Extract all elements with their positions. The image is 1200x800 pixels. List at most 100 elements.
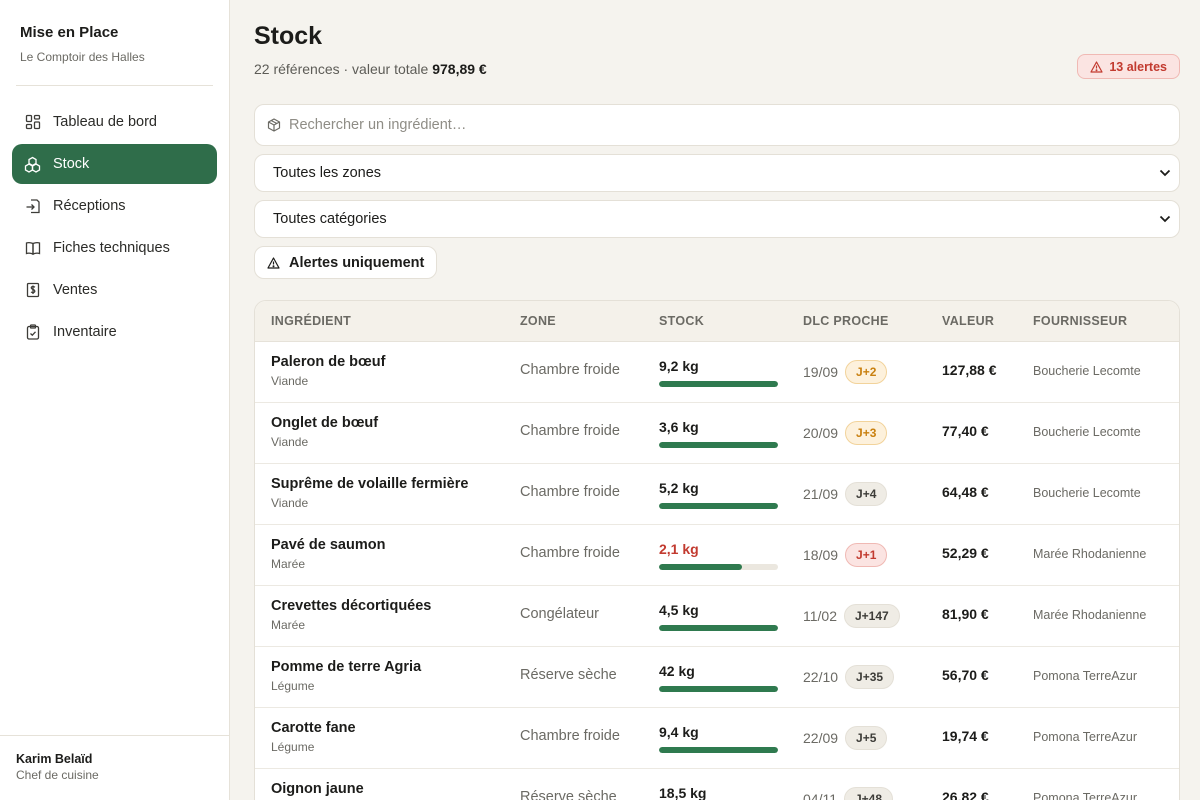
ingredient-cell: Pavé de saumon Marée [271, 537, 385, 571]
value-cell: 81,90 € [942, 606, 989, 622]
sidebar-item-receptions[interactable]: Réceptions [12, 186, 217, 226]
sidebar-item-label: Réceptions [53, 198, 126, 214]
ingredient-cell: Oignon jauneLégume [271, 781, 364, 800]
ingredient-category: Légume [271, 679, 315, 693]
zone-cell: Chambre froide [520, 728, 620, 744]
dlc-delay-chip: J+1 [845, 543, 888, 567]
supplier-cell: Pomona TerreAzur [1033, 791, 1137, 800]
dlc-date: 21/09 [803, 486, 839, 502]
value-cell: 19,74 € [942, 728, 989, 744]
stock-cell: 5,2 kg [659, 480, 779, 509]
supplier-cell: Marée Rhodanienne [1033, 608, 1147, 622]
table-row[interactable]: Onglet de bœuf Viande Chambre froide 3,6 kg… [255, 403, 1179, 464]
category-select-value: Toutes catégories [273, 211, 387, 227]
sidebar-item-label: Tableau de bord [53, 114, 157, 130]
sidebar-item-label: Fiches techniques [53, 240, 170, 256]
sidebar-item-inventaire[interactable]: Inventaire [12, 312, 217, 352]
stock-cell: 42 kg [659, 663, 779, 692]
warning-icon [1090, 60, 1103, 73]
sidebar-item-fiches-techniques[interactable]: Fiches techniques [12, 228, 217, 268]
stock-level-bar [659, 686, 778, 692]
zone-select[interactable]: Toutes les zones [254, 154, 1180, 192]
column-header-value[interactable]: VALEUR [942, 314, 994, 328]
receipt-icon [24, 282, 41, 299]
category-select[interactable]: Toutes catégories [254, 200, 1180, 238]
stock-level-fill [659, 503, 778, 509]
stock-cell: 4,5 kg [659, 602, 779, 631]
dlc-date: 19/09 [803, 364, 839, 380]
user-role: Chef de cuisine [16, 768, 99, 782]
zone-cell: Chambre froide [520, 362, 620, 378]
table-row[interactable]: Pavé de saumon Marée Chambre froide 2,1 kg 1… [255, 525, 1179, 586]
chevron-down-icon [1159, 169, 1171, 177]
dlc-cell: 18/09 J+1 [803, 543, 888, 567]
chevron-down-icon [1159, 215, 1171, 223]
zone-cell: Chambre froide [520, 545, 620, 561]
zone-cell: Congélateur [520, 606, 599, 622]
sidebar-item-ventes[interactable]: Ventes [12, 270, 217, 310]
zone-select-value: Toutes les zones [273, 165, 382, 181]
supplier-cell: Boucherie Lecomte [1033, 425, 1141, 439]
ingredient-cell: Pomme de terre Agria Légume [271, 659, 421, 693]
column-header-stock[interactable]: STOCK [659, 314, 704, 328]
value-cell: 26,82 € [942, 789, 989, 800]
ingredient-name: Pavé de saumon [271, 537, 386, 553]
dlc-cell: 21/09 J+4 [803, 482, 888, 506]
value-cell: 64,48 € [942, 484, 989, 500]
value-cell: 52,29 € [942, 545, 989, 561]
ingredient-cell: Suprême de volaille fermière Viande [271, 476, 468, 510]
stock-level-bar [659, 564, 778, 570]
search-input[interactable] [289, 117, 1149, 133]
alerts-badge[interactable]: 13 alertes [1077, 54, 1180, 79]
stock-level-bar [659, 747, 778, 753]
ingredient-category: Marée [271, 618, 306, 632]
reference-summary: 22 références · valeur totale [254, 61, 433, 77]
sidebar-item-label: Stock [53, 156, 90, 172]
table-row[interactable]: Paleron de bœuf Viande Chambre froide 9,2 k… [255, 342, 1179, 403]
brand: Mise en Place Le Comptoir des Halles [0, 0, 229, 64]
sidebar-item-tableau-de-bord[interactable]: Tableau de bord [12, 102, 217, 142]
alerts-only-toggle[interactable]: Alertes uniquement [254, 246, 438, 279]
stock-level-fill [659, 381, 778, 387]
page-title: Stock [254, 22, 323, 50]
column-header-zone[interactable]: ZONE [520, 314, 556, 328]
sidebar: Mise en Place Le Comptoir des Halles Tab… [0, 0, 230, 800]
stock-level-fill [659, 442, 778, 448]
stock-quantity: 9,2 kg [659, 358, 699, 374]
zone-cell: Réserve sèche [520, 667, 617, 683]
dlc-date: 22/09 [803, 730, 839, 746]
dlc-cell: 19/09 J+2 [803, 360, 888, 384]
dlc-date: 18/09 [803, 547, 839, 563]
sidebar-item-stock[interactable]: Stock [12, 144, 217, 184]
column-header-ingredient[interactable]: INGRÉDIENT [271, 314, 351, 328]
brand-subtitle: Le Comptoir des Halles [20, 50, 145, 64]
ingredient-category: Viande [271, 374, 309, 388]
table-row[interactable]: Pomme de terre Agria Légume Réserve sèche 4… [255, 647, 1179, 708]
stock-quantity: 5,2 kg [659, 480, 699, 496]
dlc-delay-chip: J+5 [845, 726, 888, 750]
ingredient-category: Légume [271, 740, 315, 754]
ingredient-cell: Onglet de bœuf Viande [271, 415, 378, 449]
stock-level-fill [659, 686, 778, 692]
value-cell: 127,88 € [942, 362, 997, 378]
dlc-cell: 20/09 J+3 [803, 421, 888, 445]
table-row[interactable]: Oignon jauneLégume Réserve sèche 18,5 kg 04… [255, 769, 1179, 800]
table-row[interactable]: Suprême de volaille fermière Viande Chambr… [255, 464, 1179, 525]
table-row[interactable]: Crevettes décortiquées Marée Congélateur 4,… [255, 586, 1179, 647]
stock-level-fill [659, 564, 743, 570]
user-profile[interactable]: Karim Belaïd Chef de cuisine [0, 735, 229, 800]
receptions-icon [24, 198, 41, 215]
dlc-delay-chip: J+48 [844, 787, 894, 800]
stock-quantity: 42 kg [659, 663, 695, 679]
value-cell: 77,40 € [942, 423, 989, 439]
column-header-dlc[interactable]: DLC PROCHE [803, 314, 889, 328]
column-header-supplier[interactable]: FOURNISSEUR [1033, 314, 1127, 328]
stock-level-bar [659, 381, 778, 387]
stock-cell: 2,1 kg [659, 541, 779, 570]
table-row[interactable]: Carotte fane Légume Chambre froide 9,4 kg 22… [255, 708, 1179, 769]
ingredient-name: Paleron de bœuf [271, 354, 386, 370]
dlc-delay-chip: J+4 [845, 482, 888, 506]
stock-quantity: 3,6 kg [659, 419, 699, 435]
stock-cell: 9,4 kg [659, 724, 779, 753]
dlc-delay-chip: J+35 [845, 665, 895, 689]
